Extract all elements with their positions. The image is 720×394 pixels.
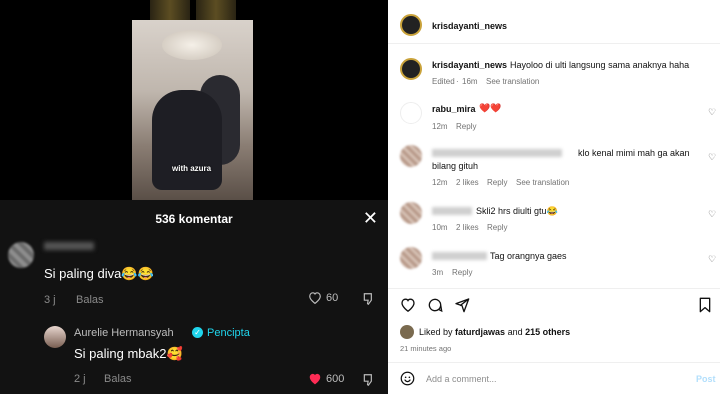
video-caption: with azura (172, 164, 212, 173)
chandelier-image (162, 30, 222, 60)
video-area[interactable]: with azura (0, 0, 388, 200)
liked-by-prefix: Liked by (419, 327, 453, 337)
comment-time: 10m (432, 223, 448, 232)
dislike-icon[interactable] (362, 292, 376, 311)
liked-by-line: Liked by faturdjawas and 215 others (419, 327, 570, 337)
dot-separator: · (456, 77, 459, 86)
video-thumbnail[interactable]: with azura (132, 20, 253, 200)
comment-text: Tag orangnya gaes (490, 251, 567, 261)
comment-username[interactable]: rabu_mira (432, 104, 476, 114)
like-button[interactable]: 600 (308, 372, 344, 385)
like-post-icon[interactable] (400, 297, 416, 317)
comment-time: 3m (432, 268, 444, 277)
reply-button[interactable]: Reply (487, 223, 507, 232)
heart-icon[interactable]: ♡ (708, 209, 716, 220)
heart-outline-icon (309, 292, 321, 304)
reply-button[interactable]: Balas (104, 373, 132, 385)
avatar[interactable] (400, 202, 422, 224)
like-button[interactable]: 60 (308, 291, 338, 304)
comment-count-title: 536 komentar (155, 212, 233, 226)
tiktok-comments-panel: 536 komentar ✕ Si paling diva😂😂 3 j Bala… (0, 200, 388, 394)
like-count: 60 (326, 291, 339, 304)
post-time-ago: 21 minutes ago (400, 344, 452, 353)
heart-icon[interactable]: ♡ (708, 107, 716, 118)
comment-text: ❤️❤️ (479, 103, 502, 113)
reply-button[interactable]: Reply (452, 268, 472, 277)
heart-icon[interactable]: ♡ (708, 254, 716, 265)
liker-avatar[interactable] (400, 325, 414, 339)
avatar[interactable] (400, 102, 422, 124)
post-header: krisdayanti_news (388, 0, 720, 44)
comment-time: 12m (432, 178, 448, 187)
liked-by-and: and (507, 327, 523, 337)
avatar[interactable] (400, 14, 422, 36)
video-top-decoration (150, 0, 190, 20)
edited-label: Edited (432, 77, 455, 86)
instagram-panel: krisdayanti_news krisdayanti_news Hayolo… (388, 0, 720, 394)
header-username[interactable]: krisdayanti_news (432, 21, 507, 31)
reply-button[interactable]: Reply (487, 178, 507, 187)
blurred-username (432, 207, 472, 215)
post-time: 16m (462, 77, 478, 86)
comment-text: Skli2 hrs diulti gtu😂 (476, 206, 558, 216)
post-button[interactable]: Post (696, 374, 716, 384)
divider (388, 362, 720, 363)
bookmark-icon[interactable] (698, 297, 712, 318)
creator-label: Pencipta (207, 327, 250, 339)
comment-text: Si paling mbak2🥰 (74, 346, 183, 361)
avatar[interactable] (400, 58, 422, 80)
likes-count[interactable]: 2 likes (456, 178, 479, 187)
reply-button[interactable]: Reply (456, 122, 476, 131)
see-translation-button[interactable]: See translation (516, 178, 569, 187)
creator-username[interactable]: Aurelie Hermansyah (74, 327, 174, 339)
comment-time: 3 j (44, 294, 56, 306)
others-count[interactable]: 215 others (525, 327, 570, 337)
heart-icon[interactable]: ♡ (708, 152, 716, 163)
close-icon[interactable]: ✕ (363, 208, 378, 229)
blurred-username (432, 252, 487, 260)
avatar[interactable] (8, 242, 34, 268)
blurred-username (44, 242, 94, 250)
caption-username[interactable]: krisdayanti_news (432, 60, 507, 70)
divider (388, 288, 720, 289)
comment-text-line-2: bilang gituh (432, 161, 479, 171)
comment-icon[interactable] (427, 297, 443, 318)
comment-text: Si paling diva😂😂 (44, 266, 154, 281)
blurred-username (432, 149, 562, 157)
caption-text: Hayoloo di ulti langsung sama anaknya ha… (510, 60, 690, 70)
video-top-decoration (196, 0, 236, 20)
avatar[interactable] (400, 145, 422, 167)
avatar[interactable] (400, 247, 422, 269)
comment-text-line-1: klo kenal mimi mah ga akan (578, 148, 690, 158)
dislike-icon[interactable] (362, 373, 376, 392)
tiktok-panel: with azura 536 komentar ✕ Si paling diva… (0, 0, 388, 394)
heart-filled-icon (309, 373, 321, 385)
creator-avatar[interactable] (44, 326, 66, 348)
add-comment-input[interactable]: Add a comment... (426, 374, 497, 384)
likes-count[interactable]: 2 likes (456, 223, 479, 232)
verified-icon: ✓ (192, 327, 203, 338)
liker-username[interactable]: faturdjawas (455, 327, 505, 337)
comment-time: 2 j (74, 373, 86, 385)
emoji-icon[interactable] (400, 371, 415, 391)
comment-time: 12m (432, 122, 448, 131)
person-image (152, 90, 222, 190)
reply-button[interactable]: Balas (76, 294, 104, 306)
share-icon[interactable] (454, 297, 470, 318)
like-count: 600 (326, 372, 345, 385)
see-translation-button[interactable]: See translation (486, 77, 539, 86)
